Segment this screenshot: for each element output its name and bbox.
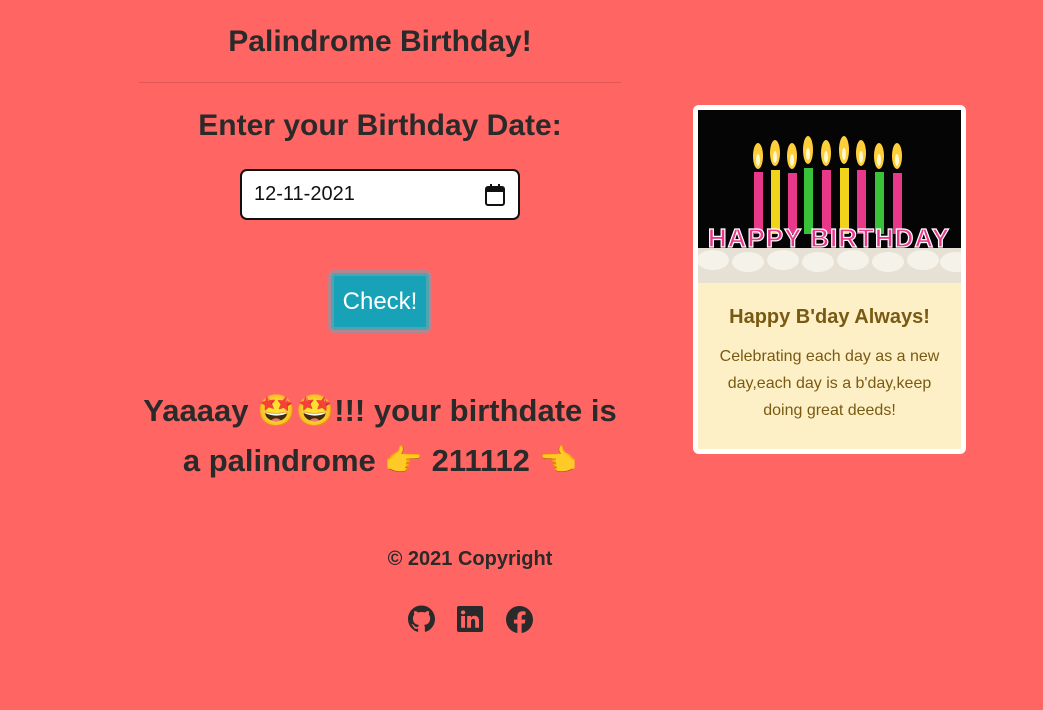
footer: © 2021 Copyright <box>0 548 940 634</box>
check-button[interactable]: Check! <box>331 273 429 330</box>
calendar-icon[interactable] <box>484 183 506 206</box>
result-text-start: Yaaaay <box>143 393 258 428</box>
birthday-card: HAPPY BIRTHDAY Happy B'day Always! Celeb… <box>693 105 966 454</box>
pointing-left-emoji: 👈 <box>538 443 578 479</box>
page-title: Palindrome Birthday! <box>228 25 532 58</box>
facebook-icon[interactable] <box>505 604 533 634</box>
result-message: Yaaaay 🤩🤩!!! your birthdate is a palindr… <box>139 386 621 486</box>
divider <box>139 82 621 83</box>
palindrome-value: 211112 <box>423 443 539 478</box>
card-text: Celebrating each day as a new day,each d… <box>719 348 940 419</box>
star-eyes-emoji-2: 🤩 <box>295 393 335 429</box>
pointing-right-emoji: 👉 <box>384 443 423 479</box>
date-value[interactable]: 12-11-2021 <box>254 183 355 206</box>
card-title: Happy B'day Always! <box>729 306 930 328</box>
social-links <box>0 604 940 634</box>
linkedin-icon[interactable] <box>457 604 484 634</box>
happy-birthday-lettering: HAPPY BIRTHDAY <box>708 223 950 253</box>
birthday-cake-image: HAPPY BIRTHDAY <box>698 110 961 283</box>
birthday-date-input[interactable]: 12-11-2021 <box>240 169 520 220</box>
copyright-text: © 2021 Copyright <box>387 548 553 570</box>
github-icon[interactable] <box>407 604 435 634</box>
card-body: Happy B'day Always! Celebrating each day… <box>698 283 961 449</box>
main-panel: Palindrome Birthday! Enter your Birthday… <box>139 0 621 486</box>
birthday-prompt: Enter your Birthday Date: <box>198 109 562 142</box>
star-eyes-emoji-1: 🤩 <box>257 393 296 429</box>
